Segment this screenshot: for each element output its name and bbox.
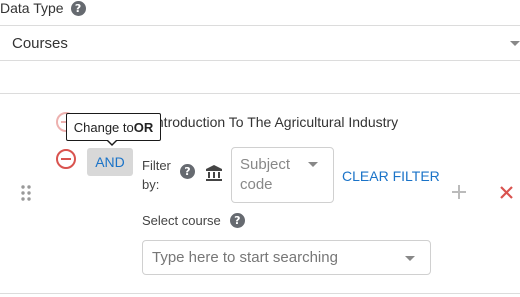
tooltip-arrow-fill	[107, 139, 117, 144]
data-type-label: Data Type	[0, 0, 64, 16]
select-course-label: Select course	[142, 213, 221, 228]
data-type-header: Data Type ?	[0, 0, 86, 16]
course-search-placeholder: Type here to start searching	[152, 249, 338, 266]
close-icon[interactable]	[499, 185, 514, 200]
subject-code-placeholder: Subject code	[240, 156, 291, 193]
operator-and-button[interactable]: AND	[87, 148, 133, 176]
bank-icon[interactable]	[205, 164, 223, 182]
add-icon[interactable]	[451, 184, 467, 200]
chevron-down-icon	[308, 162, 318, 167]
remove-filter-icon[interactable]	[56, 149, 76, 169]
operator-tooltip: Change to OR	[66, 113, 161, 141]
chevron-down-icon	[405, 256, 415, 261]
course-value: Introduction To The Agricultural Industr…	[152, 114, 399, 130]
data-type-selected-value: Courses	[12, 35, 68, 52]
chevron-down-icon	[510, 41, 520, 46]
filter-by-label: Filter by:	[142, 158, 171, 192]
course-search-select[interactable]: Type here to start searching	[142, 240, 431, 275]
clear-filter-button[interactable]: CLEAR FILTER	[342, 168, 440, 184]
drag-handle-icon[interactable]	[20, 184, 32, 202]
question-circle-icon[interactable]: ?	[70, 0, 86, 16]
select-course-header: Select course ?	[142, 213, 245, 228]
data-type-select[interactable]: Courses	[0, 25, 520, 61]
question-circle-icon[interactable]: ?	[180, 164, 195, 179]
tooltip-strong: OR	[133, 119, 154, 135]
tooltip-text: Change to	[73, 119, 134, 135]
subject-code-select[interactable]: Subject code	[231, 147, 334, 203]
question-circle-icon[interactable]: ?	[229, 213, 245, 228]
